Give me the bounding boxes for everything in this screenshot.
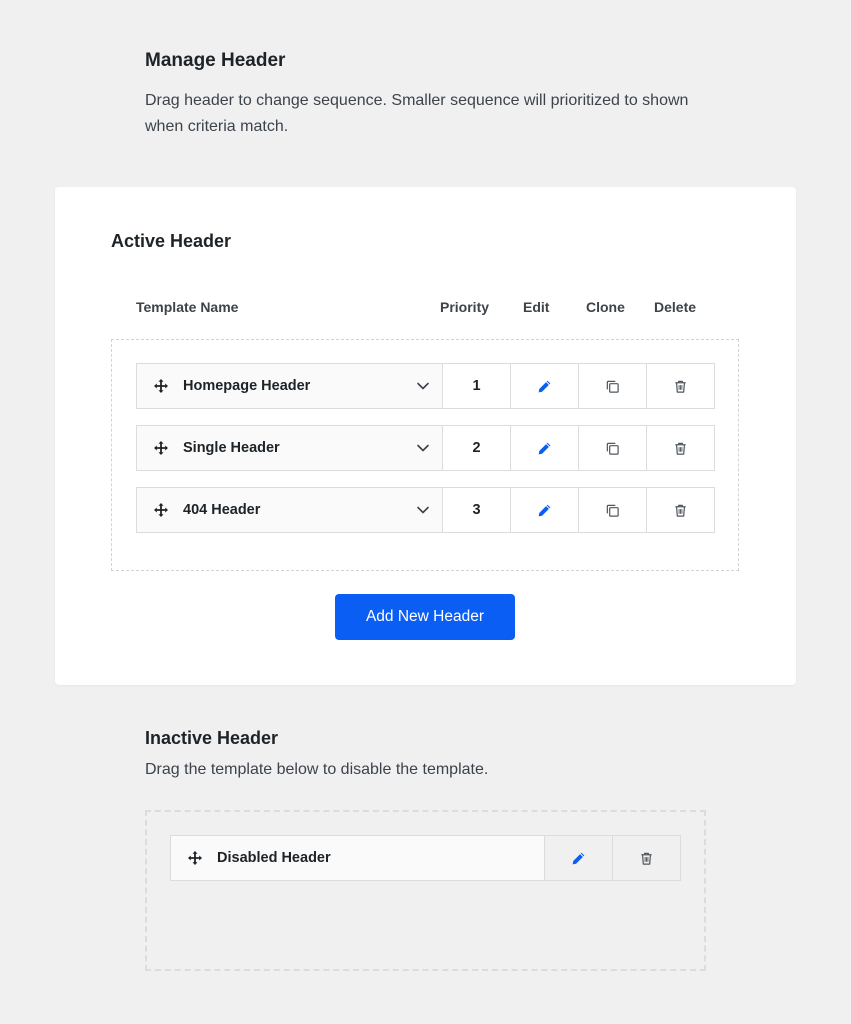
- template-name: Disabled Header: [217, 850, 331, 866]
- priority-cell: 2: [442, 425, 511, 471]
- clone-icon: [606, 380, 619, 393]
- pencil-icon: [538, 442, 551, 454]
- manage-header-section: Manage Header Drag header to change sequ…: [145, 50, 705, 140]
- delete-button[interactable]: [646, 363, 715, 409]
- trash-icon: [675, 380, 686, 393]
- template-name: 404 Header: [183, 502, 261, 518]
- drag-handle-icon[interactable]: [153, 502, 169, 518]
- page-description: Drag header to change sequence. Smaller …: [145, 92, 689, 135]
- edit-button[interactable]: [544, 835, 613, 881]
- column-header-edit: Edit: [523, 299, 550, 315]
- drag-handle-icon[interactable]: [153, 378, 169, 394]
- clone-button[interactable]: [578, 487, 647, 533]
- header-row[interactable]: Disabled Header: [170, 835, 683, 881]
- clone-icon: [606, 442, 619, 455]
- delete-button[interactable]: [646, 487, 715, 533]
- inactive-header-title: Inactive Header: [145, 728, 279, 748]
- trash-icon: [675, 442, 686, 455]
- priority-value: 3: [472, 502, 481, 518]
- header-row[interactable]: Single Header 2: [136, 425, 717, 471]
- page-title: Manage Header: [145, 50, 286, 71]
- active-header-dropzone[interactable]: Homepage Header 1 Single Header 2 404 He…: [111, 339, 739, 571]
- column-header-clone: Clone: [586, 299, 625, 315]
- template-name-cell[interactable]: Single Header: [136, 425, 443, 471]
- pencil-icon: [538, 504, 551, 516]
- add-new-header-button[interactable]: Add New Header: [335, 594, 515, 640]
- template-name-cell[interactable]: 404 Header: [136, 487, 443, 533]
- clone-button[interactable]: [578, 363, 647, 409]
- template-name-cell[interactable]: Disabled Header: [170, 835, 545, 881]
- active-header-card: Active Header Template Name Priority Edi…: [55, 187, 796, 685]
- header-row[interactable]: Homepage Header 1: [136, 363, 717, 409]
- drag-handle-icon[interactable]: [187, 850, 203, 866]
- inactive-header-dropzone[interactable]: Disabled Header: [145, 810, 706, 971]
- chevron-down-icon[interactable]: [416, 503, 430, 517]
- priority-value: 2: [472, 440, 481, 456]
- chevron-down-icon[interactable]: [416, 379, 430, 393]
- column-header-delete: Delete: [654, 299, 697, 315]
- drag-handle-icon[interactable]: [153, 440, 169, 456]
- template-name: Homepage Header: [183, 378, 311, 394]
- delete-button[interactable]: [646, 425, 715, 471]
- template-name-cell[interactable]: Homepage Header: [136, 363, 443, 409]
- chevron-down-icon[interactable]: [416, 441, 430, 455]
- priority-cell: 3: [442, 487, 511, 533]
- clone-icon: [606, 504, 619, 517]
- pencil-icon: [572, 852, 585, 864]
- pencil-icon: [538, 380, 551, 392]
- column-header-template-name: Template Name: [136, 299, 239, 315]
- priority-cell: 1: [442, 363, 511, 409]
- template-name: Single Header: [183, 440, 280, 456]
- header-row[interactable]: 404 Header 3: [136, 487, 717, 533]
- delete-button[interactable]: [612, 835, 681, 881]
- active-header-title: Active Header: [111, 231, 232, 251]
- column-header-priority: Priority: [440, 299, 490, 315]
- edit-button[interactable]: [510, 363, 579, 409]
- inactive-header-section: Inactive Header Drag the template below …: [145, 728, 705, 779]
- edit-button[interactable]: [510, 487, 579, 533]
- inactive-header-description: Drag the template below to disable the t…: [145, 761, 489, 778]
- edit-button[interactable]: [510, 425, 579, 471]
- trash-icon: [675, 504, 686, 517]
- priority-value: 1: [472, 378, 481, 394]
- clone-button[interactable]: [578, 425, 647, 471]
- trash-icon: [641, 852, 652, 865]
